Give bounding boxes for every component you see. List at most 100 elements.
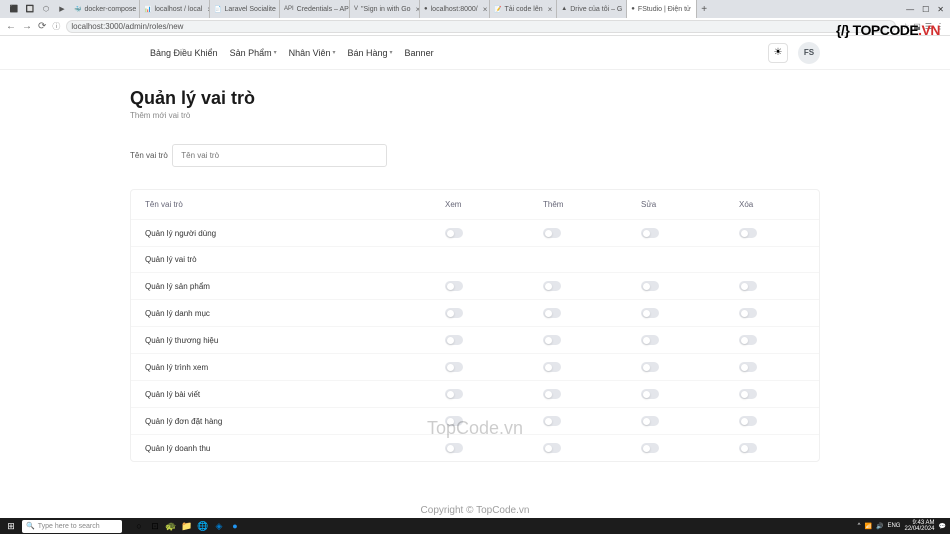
task-vscode[interactable]: ◈ [212, 519, 226, 533]
toggle-edit[interactable] [641, 335, 659, 345]
browser-tab-11[interactable]: ▲Drive của tôi – G× [557, 0, 627, 18]
url-bar: ← → ⟳ ⓘ localhost:3000/admin/roles/new ☆… [0, 18, 950, 36]
task-cortana[interactable]: ○ [132, 519, 146, 533]
toggle-add[interactable] [543, 281, 561, 291]
browser-tab-12[interactable]: ●FStudio | Điện tử× [627, 0, 697, 18]
perm-row-5: Quản lý trình xem [131, 353, 819, 380]
col-header-name: Tên vai trò [145, 200, 445, 209]
nav-staff[interactable]: Nhân Viên▾ [289, 48, 336, 58]
toggle-view[interactable] [445, 389, 463, 399]
nav-dashboard[interactable]: Bảng Điều Khiển [150, 48, 218, 58]
nav-sales[interactable]: Bán Hàng▾ [348, 48, 393, 58]
toggle-delete[interactable] [739, 362, 757, 372]
nav-banner[interactable]: Banner [405, 48, 434, 58]
tray-notifications[interactable]: 💬 [939, 523, 946, 530]
toggle-add[interactable] [543, 335, 561, 345]
watermark-bottom: Copyright © TopCode.vn [421, 505, 530, 516]
tab-close-icon[interactable]: × [483, 5, 488, 14]
browser-tab-1[interactable]: 🔲 [22, 0, 38, 18]
tray-volume[interactable]: 🔊 [876, 523, 883, 530]
tray-clock[interactable]: 9:43 AM 22/04/2024 [904, 520, 934, 532]
perm-row-0: Quản lý người dùng [131, 219, 819, 246]
new-tab-button[interactable]: + [697, 4, 711, 15]
toggle-view[interactable] [445, 443, 463, 453]
task-app2[interactable]: ● [228, 519, 242, 533]
col-header-add: Thêm [543, 200, 641, 209]
browser-tab-0[interactable]: ⬛ [6, 0, 22, 18]
browser-tab-strip: ⬛🔲⬡▶🐳docker-compose×📊localhost / local×📄… [0, 0, 950, 18]
search-icon: 🔍 [26, 522, 35, 530]
browser-tab-4[interactable]: 🐳docker-compose× [70, 0, 140, 18]
task-app1[interactable]: 🐢 [164, 519, 178, 533]
task-explorer[interactable]: 📁 [180, 519, 194, 533]
toggle-delete[interactable] [739, 389, 757, 399]
browser-tab-7[interactable]: APICredentials – AP× [280, 0, 350, 18]
toggle-edit[interactable] [641, 362, 659, 372]
toggle-add[interactable] [543, 416, 561, 426]
tray-up[interactable]: ^ [858, 523, 861, 529]
browser-tab-9[interactable]: ●localhost:8000/× [420, 0, 490, 18]
perm-row-1: Quản lý vai trò [131, 246, 819, 272]
toggle-delete[interactable] [739, 416, 757, 426]
reload-button[interactable]: ⟳ [38, 21, 46, 32]
taskbar-search[interactable]: 🔍 Type here to search [22, 520, 122, 533]
toggle-add[interactable] [543, 443, 561, 453]
info-icon[interactable]: ⓘ [52, 21, 60, 32]
perm-name: Quản lý sản phẩm [145, 282, 445, 291]
start-button[interactable]: ⊞ [4, 519, 18, 533]
toggle-delete[interactable] [739, 228, 757, 238]
task-chrome[interactable]: 🌐 [196, 519, 210, 533]
toggle-edit[interactable] [641, 281, 659, 291]
toggle-edit[interactable] [641, 228, 659, 238]
browser-tab-2[interactable]: ⬡ [38, 0, 54, 18]
back-button[interactable]: ← [6, 21, 16, 32]
perm-name: Quản lý vai trò [145, 255, 445, 264]
nav-products[interactable]: Sản Phẩm▾ [230, 48, 277, 58]
toggle-add[interactable] [543, 389, 561, 399]
toggle-edit[interactable] [641, 416, 659, 426]
tab-close-icon[interactable]: × [548, 5, 553, 14]
url-input[interactable]: localhost:3000/admin/roles/new [66, 20, 896, 33]
page-title: Quản lý vai trò [130, 88, 820, 109]
browser-tab-6[interactable]: 📄Laravel Socialite× [210, 0, 280, 18]
toggle-view[interactable] [445, 362, 463, 372]
perm-row-3: Quản lý danh mục [131, 299, 819, 326]
toggle-add[interactable] [543, 308, 561, 318]
forward-button[interactable]: → [22, 21, 32, 32]
window-minimize[interactable]: — [906, 5, 914, 14]
col-header-view: Xem [445, 200, 543, 209]
toggle-delete[interactable] [739, 335, 757, 345]
toggle-delete[interactable] [739, 281, 757, 291]
col-header-delete: Xóa [739, 200, 837, 209]
theme-toggle[interactable]: ☀ [768, 43, 788, 63]
toggle-edit[interactable] [641, 443, 659, 453]
toggle-view[interactable] [445, 281, 463, 291]
toggle-view[interactable] [445, 228, 463, 238]
browser-tab-8[interactable]: V"Sign in with Go× [350, 0, 420, 18]
window-maximize[interactable]: ☐ [922, 5, 929, 14]
toggle-delete[interactable] [739, 443, 757, 453]
toggle-add[interactable] [543, 228, 561, 238]
perm-name: Quản lý doanh thu [145, 444, 445, 453]
browser-tab-5[interactable]: 📊localhost / local× [140, 0, 210, 18]
toggle-view[interactable] [445, 335, 463, 345]
tray-lang[interactable]: ENG [887, 523, 900, 529]
toggle-edit[interactable] [641, 308, 659, 318]
role-name-input[interactable] [172, 144, 387, 167]
user-avatar[interactable]: FS [798, 42, 820, 64]
toggle-delete[interactable] [739, 308, 757, 318]
browser-tab-10[interactable]: 📝Tải code lên× [490, 0, 557, 18]
chevron-down-icon: ▾ [332, 49, 335, 56]
toggle-view[interactable] [445, 308, 463, 318]
toggle-edit[interactable] [641, 389, 659, 399]
perm-row-4: Quản lý thương hiệu [131, 326, 819, 353]
browser-tab-3[interactable]: ▶ [54, 0, 70, 18]
perm-name: Quản lý trình xem [145, 363, 445, 372]
tray-network[interactable]: 📶 [865, 523, 872, 530]
toggle-add[interactable] [543, 362, 561, 372]
task-view[interactable]: ⊡ [148, 519, 162, 533]
taskbar: ⊞ 🔍 Type here to search ○ ⊡ 🐢 📁 🌐 ◈ ● ^ … [0, 518, 950, 534]
app-header: Bảng Điều Khiển Sản Phẩm▾ Nhân Viên▾ Bán… [0, 36, 950, 70]
window-close[interactable]: ✕ [937, 5, 944, 14]
col-header-edit: Sửa [641, 200, 739, 209]
